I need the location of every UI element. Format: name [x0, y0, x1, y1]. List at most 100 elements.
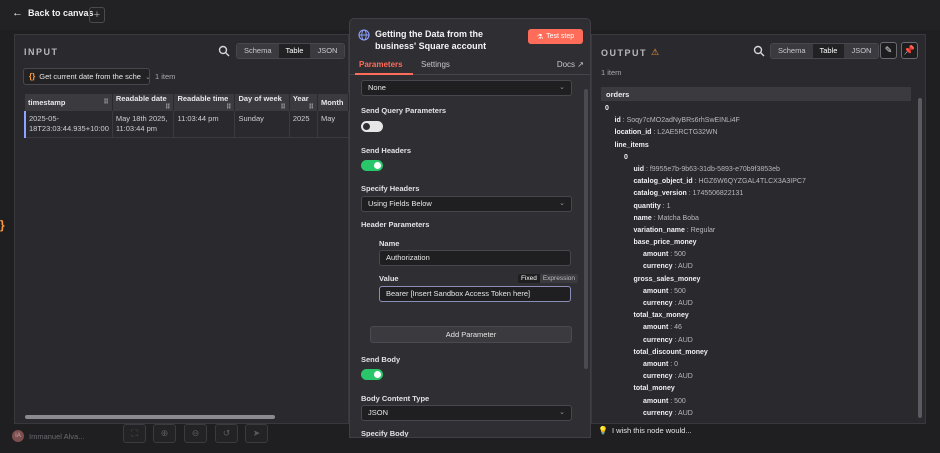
- json-key: quantity: [633, 202, 661, 210]
- tab-parameters[interactable]: Parameters: [359, 60, 403, 69]
- json-value: AUD: [678, 373, 693, 381]
- braces-icon: {}: [29, 72, 36, 81]
- specify-headers-label: Specify Headers: [361, 184, 420, 193]
- column-header[interactable]: Month: [317, 94, 350, 111]
- vertical-scrollbar[interactable]: [918, 98, 922, 418]
- json-line: total_tax_money: [601, 310, 911, 322]
- input-view-json[interactable]: JSON: [310, 44, 345, 58]
- output-view-json[interactable]: JSON: [844, 44, 879, 58]
- json-value: 500: [674, 287, 686, 295]
- json-key: name: [633, 214, 652, 222]
- table-cell: 2025: [289, 111, 318, 138]
- undo-icon: ↺: [222, 428, 231, 438]
- column-header[interactable]: Readable time ⠿: [173, 94, 236, 111]
- send-headers-toggle[interactable]: [361, 160, 383, 171]
- json-line: 0: [601, 103, 911, 115]
- mode-expression[interactable]: Expression: [539, 274, 578, 283]
- drag-handle-icon[interactable]: ⠿: [226, 103, 231, 111]
- lightbulb-icon: 💡: [598, 426, 608, 435]
- active-tab-indicator: [355, 73, 413, 75]
- json-key: total_money: [633, 385, 675, 393]
- json-line: currency : AUD: [643, 336, 693, 344]
- table-row: 2025-05-18T23:03:44.935+10:00 May 18th 2…: [23, 111, 350, 138]
- flask-icon: ⚗: [536, 33, 544, 41]
- node-title[interactable]: Getting the Data from the business' Squa…: [375, 28, 515, 52]
- output-json-tree: 0 id : Soqy7cMO2adNyBRs6rhSwEINLi4F locati…: [601, 103, 911, 420]
- output-view-table[interactable]: Table: [812, 44, 845, 58]
- json-value: HGZ6W6QYZGAL4TLCX3A3IPC7: [698, 178, 806, 186]
- edit-output-button[interactable]: ✎: [880, 42, 897, 59]
- json-key: gross_sales_money: [633, 275, 701, 283]
- send-body-toggle[interactable]: [361, 369, 383, 380]
- header-value-label: Value: [379, 274, 399, 283]
- feedback-link[interactable]: 💡 I wish this node would...: [598, 426, 692, 435]
- body-content-type-select[interactable]: JSON ⌄: [361, 405, 572, 421]
- search-icon[interactable]: [218, 45, 230, 57]
- send-query-toggle[interactable]: [361, 121, 383, 132]
- arrow-left-icon: ←: [12, 7, 23, 19]
- json-key: base_price_money: [633, 239, 697, 247]
- zoom-out-button[interactable]: ⊖: [184, 424, 207, 443]
- input-title-text: INPUT: [24, 47, 59, 57]
- json-line: currency : AUD: [643, 373, 693, 381]
- authentication-select[interactable]: None ⌄: [361, 80, 572, 96]
- add-button[interactable]: +: [89, 7, 105, 23]
- input-item-count: 1 item: [155, 72, 176, 81]
- json-key: 0: [605, 105, 609, 112]
- left-edge-handle-icon[interactable]: }: [0, 218, 8, 238]
- reset-zoom-button[interactable]: ↺: [215, 424, 238, 443]
- column-header[interactable]: timestamp ⠿: [25, 94, 113, 111]
- table-cell: May 18th 2025, 11:03:44 pm: [112, 111, 175, 138]
- test-step-button[interactable]: ⚗ Test step: [528, 29, 583, 44]
- column-header[interactable]: Year ⠿: [289, 94, 318, 111]
- avatar: IA: [12, 430, 24, 442]
- json-line: amount : 500: [643, 287, 686, 295]
- json-key: currency: [643, 409, 673, 417]
- json-key: line_items: [614, 141, 649, 149]
- drag-handle-icon[interactable]: ⠿: [280, 103, 285, 111]
- send-query-label: Send Query Parameters: [361, 106, 447, 115]
- header-parameters-label: Header Parameters: [361, 220, 430, 229]
- zoom-in-button[interactable]: ⊕: [153, 424, 176, 443]
- json-value: 500: [674, 251, 686, 259]
- search-icon[interactable]: [753, 45, 765, 57]
- json-line: amount : 500: [643, 397, 686, 405]
- tab-settings[interactable]: Settings: [421, 60, 450, 69]
- column-header[interactable]: Readable date ⠿: [112, 94, 175, 111]
- json-key: catalog_object_id: [633, 178, 693, 186]
- add-parameter-button[interactable]: Add Parameter: [370, 326, 572, 343]
- input-node-select[interactable]: {} Get current date from the sche ⌄: [23, 68, 150, 85]
- column-header[interactable]: Day of week ⠿: [234, 94, 290, 111]
- drag-handle-icon[interactable]: ⠿: [103, 98, 108, 106]
- zoom-out-icon: ⊖: [191, 428, 200, 438]
- header-name-input[interactable]: Authorization: [379, 250, 571, 266]
- user-menu[interactable]: IA Immanuel Alva...: [12, 430, 84, 442]
- output-view-schema[interactable]: Schema: [771, 44, 813, 58]
- fit-view-button[interactable]: ⛶: [123, 424, 146, 443]
- json-key: 0: [624, 153, 628, 161]
- node-tabs: Parameters Settings Docs ↗: [350, 57, 590, 75]
- table-cell: 11:03:44 pm: [173, 111, 236, 138]
- cursor-icon: ➤: [252, 428, 261, 438]
- json-line: name : Matcha Boba: [633, 214, 699, 222]
- json-key: amount: [643, 251, 669, 259]
- back-to-canvas-button[interactable]: ← Back to canvas: [12, 7, 94, 19]
- mode-fixed[interactable]: Fixed: [517, 274, 540, 283]
- tidy-up-button[interactable]: ➤: [245, 424, 268, 443]
- vertical-scrollbar[interactable]: [584, 89, 588, 369]
- pencil-icon: ✎: [884, 45, 893, 55]
- json-key: amount: [643, 287, 669, 295]
- json-line: base_price_money: [601, 237, 911, 249]
- input-view-schema[interactable]: Schema: [237, 44, 279, 58]
- docs-link[interactable]: Docs ↗: [557, 60, 584, 69]
- chevron-down-icon: ⌄: [559, 200, 565, 207]
- drag-handle-icon[interactable]: ⠿: [308, 103, 313, 111]
- drag-handle-icon[interactable]: ⠿: [165, 103, 170, 111]
- input-view-table[interactable]: Table: [278, 44, 311, 58]
- specify-headers-select[interactable]: Using Fields Below ⌄: [361, 196, 572, 212]
- header-value-input[interactable]: Bearer [Insert Sandbox Access Token here…: [379, 286, 571, 302]
- horizontal-scrollbar[interactable]: [25, 415, 275, 419]
- json-key: currency: [643, 300, 673, 307]
- json-value: Matcha Boba: [657, 214, 699, 222]
- pin-data-button[interactable]: 📌: [901, 42, 918, 59]
